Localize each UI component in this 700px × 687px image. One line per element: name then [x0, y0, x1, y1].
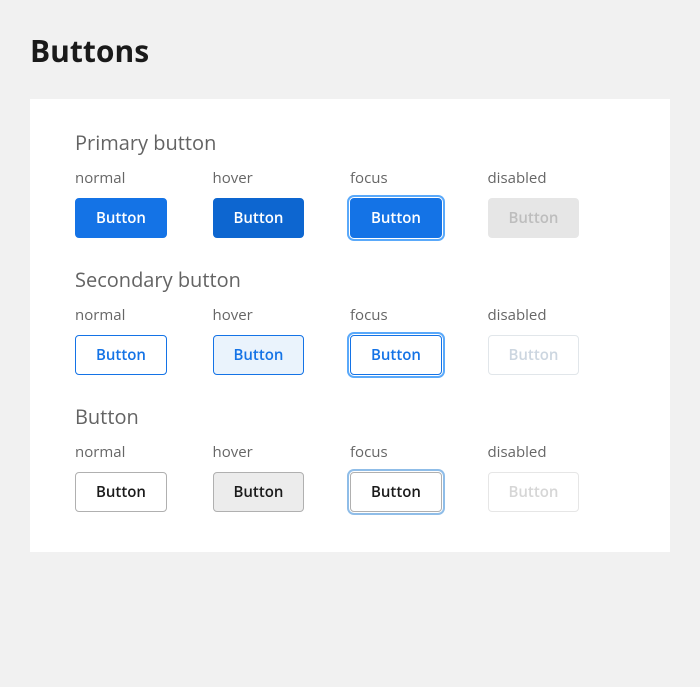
state-label-focus: focus	[350, 442, 488, 462]
default-button-focus[interactable]: Button	[350, 472, 442, 512]
secondary-button-focus[interactable]: Button	[350, 335, 442, 375]
secondary-button-hover[interactable]: Button	[213, 335, 305, 375]
state-label-disabled: disabled	[488, 442, 626, 462]
secondary-button-normal[interactable]: Button	[75, 335, 167, 375]
page-title: Buttons	[30, 30, 670, 71]
state-label-disabled: disabled	[488, 168, 626, 188]
default-button-normal[interactable]: Button	[75, 472, 167, 512]
default-button-disabled: Button	[488, 472, 580, 512]
default-normal-cell: normal Button	[75, 442, 213, 512]
secondary-hover-cell: hover Button	[213, 305, 351, 375]
primary-button-hover[interactable]: Button	[213, 198, 305, 238]
buttons-card: Primary button normal Button hover Butto…	[30, 99, 670, 552]
primary-row: normal Button hover Button focus Button …	[75, 168, 625, 238]
default-disabled-cell: disabled Button	[488, 442, 626, 512]
state-label-hover: hover	[213, 168, 351, 188]
state-label-hover: hover	[213, 442, 351, 462]
secondary-button-disabled: Button	[488, 335, 580, 375]
state-label-normal: normal	[75, 442, 213, 462]
secondary-normal-cell: normal Button	[75, 305, 213, 375]
primary-focus-cell: focus Button	[350, 168, 488, 238]
section-secondary: Secondary button normal Button hover But…	[75, 266, 625, 375]
default-button-hover[interactable]: Button	[213, 472, 305, 512]
secondary-focus-cell: focus Button	[350, 305, 488, 375]
primary-button-focus[interactable]: Button	[350, 198, 442, 238]
section-secondary-title: Secondary button	[75, 266, 625, 293]
secondary-row: normal Button hover Button focus Button …	[75, 305, 625, 375]
section-primary: Primary button normal Button hover Butto…	[75, 129, 625, 238]
default-focus-cell: focus Button	[350, 442, 488, 512]
state-label-focus: focus	[350, 168, 488, 188]
primary-normal-cell: normal Button	[75, 168, 213, 238]
state-label-hover: hover	[213, 305, 351, 325]
primary-button-normal[interactable]: Button	[75, 198, 167, 238]
state-label-disabled: disabled	[488, 305, 626, 325]
secondary-disabled-cell: disabled Button	[488, 305, 626, 375]
section-default: Button normal Button hover Button focus …	[75, 403, 625, 512]
state-label-normal: normal	[75, 168, 213, 188]
state-label-normal: normal	[75, 305, 213, 325]
state-label-focus: focus	[350, 305, 488, 325]
primary-hover-cell: hover Button	[213, 168, 351, 238]
primary-disabled-cell: disabled Button	[488, 168, 626, 238]
section-primary-title: Primary button	[75, 129, 625, 156]
default-hover-cell: hover Button	[213, 442, 351, 512]
default-row: normal Button hover Button focus Button …	[75, 442, 625, 512]
section-default-title: Button	[75, 403, 625, 430]
primary-button-disabled: Button	[488, 198, 580, 238]
